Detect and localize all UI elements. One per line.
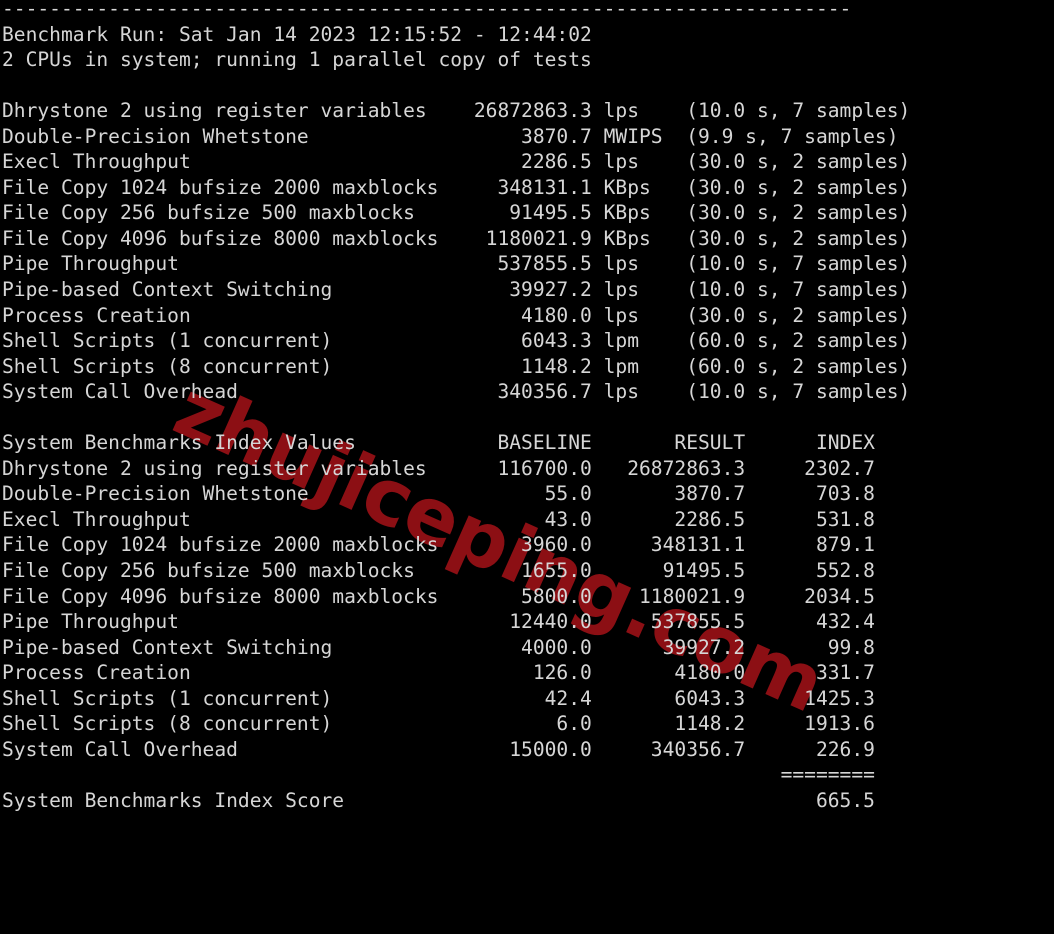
cpu-count-line: 2 CPUs in system; running 1 parallel cop… bbox=[2, 48, 592, 72]
index-table-row: Dhrystone 2 using register variables 116… bbox=[2, 456, 875, 480]
raw-result-row: File Copy 1024 bufsize 2000 maxblocks 34… bbox=[2, 175, 911, 199]
index-table-row: Shell Scripts (1 concurrent) 42.4 6043.3… bbox=[2, 686, 875, 710]
score-rule-line: ======== bbox=[2, 763, 875, 787]
terminal-window: zhujiceping.com ------------------------… bbox=[0, 0, 1054, 934]
index-table-row: Process Creation 126.0 4180.0 331.7 bbox=[2, 661, 875, 685]
raw-result-row: File Copy 256 bufsize 500 maxblocks 9149… bbox=[2, 201, 911, 225]
raw-result-row: File Copy 4096 bufsize 8000 maxblocks 11… bbox=[2, 226, 911, 250]
index-table-row: File Copy 1024 bufsize 2000 maxblocks 39… bbox=[2, 533, 875, 557]
raw-result-row: Pipe-based Context Switching 39927.2 lps… bbox=[2, 278, 911, 302]
separator-line: ----------------------------------------… bbox=[2, 0, 852, 20]
index-table-row: System Call Overhead 15000.0 340356.7 22… bbox=[2, 737, 875, 761]
raw-result-row: Pipe Throughput 537855.5 lps (10.0 s, 7 … bbox=[2, 252, 911, 276]
index-table-row: Double-Precision Whetstone 55.0 3870.7 7… bbox=[2, 482, 875, 506]
raw-result-row: Execl Throughput 2286.5 lps (30.0 s, 2 s… bbox=[2, 150, 911, 174]
index-table-header: System Benchmarks Index Values BASELINE … bbox=[2, 431, 875, 455]
raw-result-row: System Call Overhead 340356.7 lps (10.0 … bbox=[2, 380, 911, 404]
index-score-line: System Benchmarks Index Score 665.5 bbox=[2, 788, 875, 812]
index-table-row: File Copy 4096 bufsize 8000 maxblocks 58… bbox=[2, 584, 875, 608]
raw-result-row: Process Creation 4180.0 lps (30.0 s, 2 s… bbox=[2, 303, 911, 327]
index-table-row: Pipe Throughput 12440.0 537855.5 432.4 bbox=[2, 610, 875, 634]
raw-result-row: Shell Scripts (1 concurrent) 6043.3 lpm … bbox=[2, 329, 911, 353]
raw-result-row: Double-Precision Whetstone 3870.7 MWIPS … bbox=[2, 124, 899, 148]
index-table-row: File Copy 256 bufsize 500 maxblocks 1655… bbox=[2, 559, 875, 583]
index-table-row: Pipe-based Context Switching 4000.0 3992… bbox=[2, 635, 875, 659]
raw-result-row: Shell Scripts (8 concurrent) 1148.2 lpm … bbox=[2, 354, 911, 378]
index-table-row: Execl Throughput 43.0 2286.5 531.8 bbox=[2, 507, 875, 531]
raw-result-row: Dhrystone 2 using register variables 268… bbox=[2, 99, 911, 123]
index-table-row: Shell Scripts (8 concurrent) 6.0 1148.2 … bbox=[2, 712, 875, 736]
terminal-output: ----------------------------------------… bbox=[2, 0, 910, 814]
benchmark-run-line: Benchmark Run: Sat Jan 14 2023 12:15:52 … bbox=[2, 22, 592, 46]
